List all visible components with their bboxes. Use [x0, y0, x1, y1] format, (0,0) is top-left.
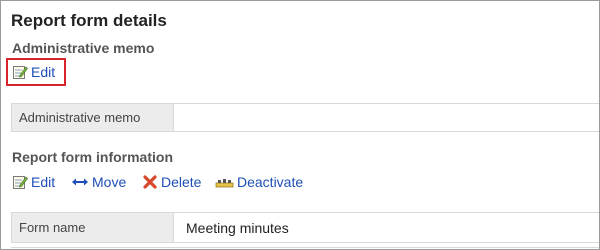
page-title: Report form details: [11, 11, 167, 30]
form-name-row-label: Form name: [12, 213, 174, 242]
edit-note-icon: [12, 174, 28, 190]
move-link[interactable]: Move: [71, 174, 126, 190]
move-label: Move: [92, 174, 127, 190]
admin-memo-table-row: Administrative memo: [11, 103, 599, 132]
form-info-section-title: Report form information: [12, 149, 173, 165]
deactivate-icon: [215, 174, 234, 190]
report-form-details-panel: Report form details Administrative memo …: [0, 0, 600, 250]
admin-memo-row-value: [174, 104, 599, 131]
move-arrows-icon: [71, 174, 89, 190]
admin-memo-section-title: Administrative memo: [12, 40, 155, 56]
deactivate-label: Deactivate: [237, 174, 304, 190]
deactivate-link[interactable]: Deactivate: [215, 174, 303, 190]
admin-memo-edit-link[interactable]: Edit: [12, 64, 55, 80]
form-info-edit-link[interactable]: Edit: [12, 174, 55, 190]
table-divider: [11, 247, 599, 248]
delete-label: Delete: [161, 174, 202, 190]
table-row: Form name Meeting minutes: [11, 212, 599, 243]
admin-memo-row-label: Administrative memo: [12, 104, 174, 131]
form-info-edit-label: Edit: [31, 174, 56, 190]
edit-note-icon: [12, 64, 28, 80]
delete-link[interactable]: Delete: [142, 174, 201, 190]
form-name-row-value: Meeting minutes: [186, 219, 289, 236]
delete-x-icon: [142, 174, 158, 190]
admin-memo-edit-label: Edit: [31, 64, 56, 80]
